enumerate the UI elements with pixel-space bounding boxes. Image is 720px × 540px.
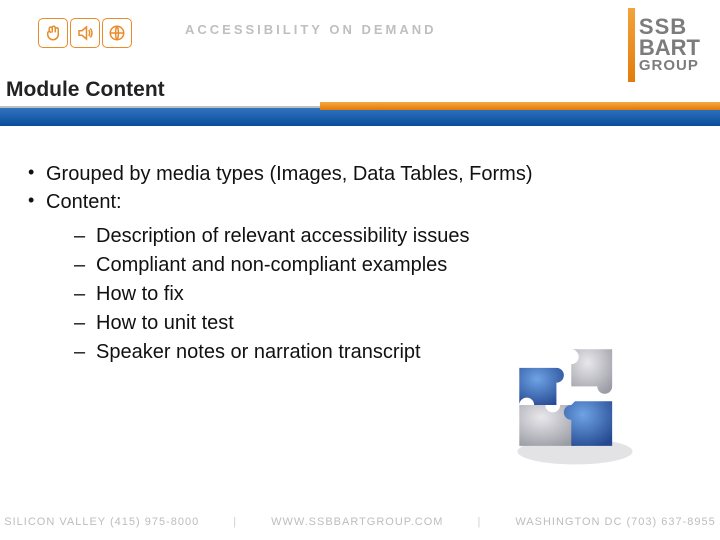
sound-icon xyxy=(70,18,100,48)
list-item: How to fix xyxy=(74,280,700,309)
tagline: ACCESSIBILITY ON DEMAND xyxy=(185,22,437,37)
slide-title: Module Content xyxy=(6,78,165,102)
accent-blue xyxy=(0,108,720,126)
footer-left: SILICON VALLEY (415) 975-8000 xyxy=(4,516,199,528)
sub-bullet-text: Compliant and non-compliant examples xyxy=(96,254,447,276)
bullet-text: Content: xyxy=(46,191,122,213)
accent-orange xyxy=(320,102,720,110)
logo-text: SSB BART GROUP xyxy=(639,17,700,73)
sub-bullet-text: Speaker notes or narration transcript xyxy=(96,341,421,363)
footer-center: WWW.SSBBARTGROUP.COM xyxy=(271,516,443,528)
logo-line2: BART xyxy=(639,38,700,59)
slide-footer: SILICON VALLEY (415) 975-8000 | WWW.SSBB… xyxy=(0,516,720,528)
company-logo: SSB BART GROUP xyxy=(628,8,700,82)
list-item: Grouped by media types (Images, Data Tab… xyxy=(22,160,700,188)
globe-icon xyxy=(102,18,132,48)
title-bar: Module Content xyxy=(0,82,720,126)
puzzle-icon xyxy=(500,340,650,470)
sub-bullet-text: Description of relevant accessibility is… xyxy=(96,225,470,247)
sub-bullet-text: How to fix xyxy=(96,283,184,305)
list-item: Compliant and non-compliant examples xyxy=(74,251,700,280)
logo-bar xyxy=(628,8,635,82)
footer-right: WASHINGTON DC (703) 637-8955 xyxy=(515,516,715,528)
hand-icon xyxy=(38,18,68,48)
slide-header: ACCESSIBILITY ON DEMAND SSB BART GROUP xyxy=(0,0,720,82)
slide-body: Grouped by media types (Images, Data Tab… xyxy=(0,126,720,367)
header-icon-row xyxy=(38,18,132,48)
list-item: Description of relevant accessibility is… xyxy=(74,222,700,251)
footer-separator: | xyxy=(477,516,481,528)
bullet-list: Grouped by media types (Images, Data Tab… xyxy=(22,160,700,367)
list-item: How to unit test xyxy=(74,309,700,338)
logo-line3: GROUP xyxy=(639,59,700,73)
footer-separator: | xyxy=(233,516,237,528)
sub-bullet-text: How to unit test xyxy=(96,312,234,334)
bullet-text: Grouped by media types (Images, Data Tab… xyxy=(46,163,533,185)
